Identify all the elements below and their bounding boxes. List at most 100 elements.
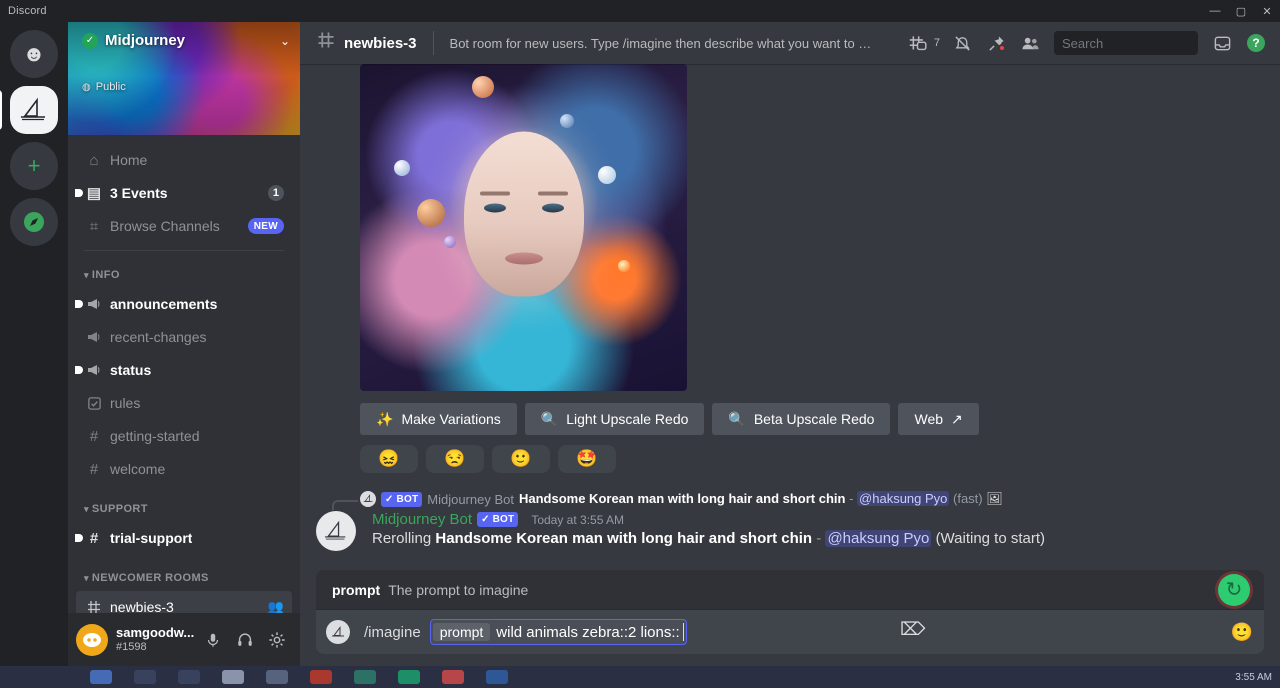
channel-topic[interactable]: Bot room for new users. Type /imagine th… <box>450 36 875 51</box>
user-mention[interactable]: @haksung Pyo <box>825 530 932 547</box>
reroll-icon[interactable]: ↻ <box>1218 573 1250 606</box>
hash-icon: # <box>89 529 99 547</box>
add-server-button[interactable]: + <box>10 142 58 190</box>
message-list[interactable]: ✨ Make Variations 🔍 Light Upscale Redo 🔍… <box>300 64 1280 570</box>
category-info[interactable]: ▾ INFO <box>68 263 300 287</box>
channel-label: welcome <box>110 461 166 477</box>
message-dash: - <box>812 530 826 547</box>
taskbar-item[interactable] <box>310 670 332 684</box>
taskbar-item[interactable] <box>398 670 420 684</box>
light-upscale-redo-button[interactable]: 🔍 Light Upscale Redo <box>524 403 705 435</box>
taskbar-item[interactable] <box>222 670 244 684</box>
taskbar-item[interactable] <box>266 670 288 684</box>
sidebar-item-home[interactable]: ⌂ Home <box>76 144 292 176</box>
message-prefix: Rerolling <box>372 530 436 547</box>
threads-button[interactable] <box>902 27 934 59</box>
avatar[interactable] <box>76 623 108 656</box>
forum-icon <box>84 597 104 613</box>
main-content: newbies-3 Bot room for new users. Type /… <box>300 22 1280 666</box>
sidebar-item-status[interactable]: status <box>75 354 292 386</box>
page-title: newbies-3 <box>344 34 417 52</box>
taskbar-item[interactable] <box>134 670 156 684</box>
message: Midjourney Bot ✓ BOT Today at 3:55 AM Re… <box>316 511 1264 551</box>
reply-prompt: Handsome Korean man with long hair and s… <box>518 491 846 506</box>
compass-icon <box>24 212 44 232</box>
sidebar-item-welcome[interactable]: # welcome <box>76 453 292 485</box>
gear-icon[interactable] <box>262 625 292 655</box>
verified-icon: ✓ <box>82 32 98 49</box>
invite-icon[interactable]: 👥 <box>268 599 284 613</box>
taskbar-item[interactable] <box>178 670 200 684</box>
avatar[interactable] <box>316 511 356 551</box>
guild-name: Midjourney <box>105 32 186 49</box>
reaction-unamused-button[interactable]: 😒 <box>426 445 484 473</box>
os-taskbar[interactable]: 3:55 AM <box>0 666 1280 688</box>
app-title: Discord <box>8 5 47 17</box>
server-icon-discord-home[interactable]: ☻ <box>10 30 58 78</box>
sidebar-item-events[interactable]: ▤ 3 Events 1 <box>75 177 292 209</box>
sidebar-divider <box>84 250 284 251</box>
unread-indicator <box>75 189 83 197</box>
member-list-button[interactable] <box>1014 27 1046 59</box>
sidebar-item-trial-support[interactable]: # trial-support <box>75 522 292 554</box>
chevron-down-icon[interactable]: ⌄ <box>280 34 290 48</box>
pinned-messages-button[interactable] <box>980 27 1012 59</box>
emoji-picker-button[interactable]: 🙂 <box>1228 618 1256 646</box>
reaction-smile-button[interactable]: 🙂 <box>492 445 550 473</box>
user-mention[interactable]: @haksung Pyo <box>857 491 950 506</box>
user-meta[interactable]: samgoodw... #1598 <box>116 626 194 654</box>
taskbar-item[interactable] <box>442 670 464 684</box>
maximize-button[interactable]: ▢ <box>1228 0 1254 22</box>
guild-privacy-label: Public <box>95 81 126 93</box>
sidebar-item-rules[interactable]: rules <box>76 387 292 419</box>
taskbar-item[interactable] <box>486 670 508 684</box>
chevron-down-icon: ▾ <box>84 269 89 280</box>
server-icon-midjourney[interactable] <box>0 86 58 134</box>
help-button[interactable]: ? <box>1240 27 1272 59</box>
forum-icon <box>316 30 336 56</box>
taskbar-item[interactable] <box>354 670 376 684</box>
attachment-icon: 🖼 <box>986 491 1003 506</box>
command-argument-chip[interactable]: prompt wild animals zebra::2 lions:: <box>429 619 687 645</box>
reaction-dizzy-button[interactable]: 😖 <box>360 445 418 473</box>
magnifier-icon: 🔍 <box>540 410 559 427</box>
category-newcomer-rooms[interactable]: ▾ NEWCOMER ROOMS <box>68 566 300 590</box>
mic-icon[interactable] <box>198 625 228 655</box>
message-composer[interactable]: /imagine prompt wild animals zebra::2 li… <box>316 610 1264 654</box>
notifications-muted-button[interactable] <box>946 27 978 59</box>
category-support[interactable]: ▾ SUPPORT <box>68 497 300 521</box>
close-button[interactable]: ✕ <box>1254 0 1280 22</box>
channel-label: newbies-3 <box>110 599 174 613</box>
guild-banner[interactable]: ✓ Midjourney ⌄ ◍ Public <box>68 22 300 135</box>
sidebar-item-getting-started[interactable]: # getting-started <box>76 420 292 452</box>
title-bar: Discord — ▢ ✕ <box>0 0 1280 22</box>
generated-image[interactable] <box>360 64 687 391</box>
question-mark-icon: ? <box>1247 34 1265 52</box>
slash-command-label: /imagine <box>364 623 421 641</box>
headphones-icon[interactable] <box>230 625 260 655</box>
text-caret <box>682 623 684 641</box>
sidebar-item-recent-changes[interactable]: recent-changes <box>76 321 292 353</box>
inbox-button[interactable] <box>1206 27 1238 59</box>
header-divider <box>432 31 434 55</box>
reply-reference[interactable]: ✓ BOT Midjourney Bot Handsome Korean man… <box>332 491 1264 510</box>
explore-servers-button[interactable] <box>10 198 58 246</box>
channel-sidebar: ✓ Midjourney ⌄ ◍ Public ⌂ Home ▤ 3 Event… <box>68 22 300 666</box>
sidebar-item-browse-channels[interactable]: ⌗ Browse Channels NEW <box>76 210 292 242</box>
taskbar-item[interactable] <box>90 670 112 684</box>
sidebar-item-newbies-3[interactable]: newbies-3 👥 <box>76 591 292 613</box>
sidebar-item-announcements[interactable]: announcements <box>75 288 292 320</box>
web-link-button[interactable]: Web ↗ <box>898 403 979 435</box>
guild-header[interactable]: ✓ Midjourney ⌄ <box>82 32 290 49</box>
minimize-button[interactable]: — <box>1202 0 1228 22</box>
channel-label: announcements <box>110 296 218 312</box>
reaction-star-struck-button[interactable]: 🤩 <box>558 445 616 473</box>
search-box[interactable] <box>1054 31 1238 55</box>
beta-upscale-redo-button[interactable]: 🔍 Beta Upscale Redo <box>712 403 891 435</box>
argument-value[interactable]: wild animals zebra::2 lions:: <box>496 624 681 641</box>
channel-list[interactable]: ⌂ Home ▤ 3 Events 1 ⌗ Browse Channels NE… <box>68 135 300 613</box>
message-author[interactable]: Midjourney Bot <box>372 511 472 528</box>
make-variations-button[interactable]: ✨ Make Variations <box>360 403 517 435</box>
discord-logo-icon: ☻ <box>22 41 46 66</box>
taskbar-clock: 3:55 AM <box>1235 671 1272 683</box>
